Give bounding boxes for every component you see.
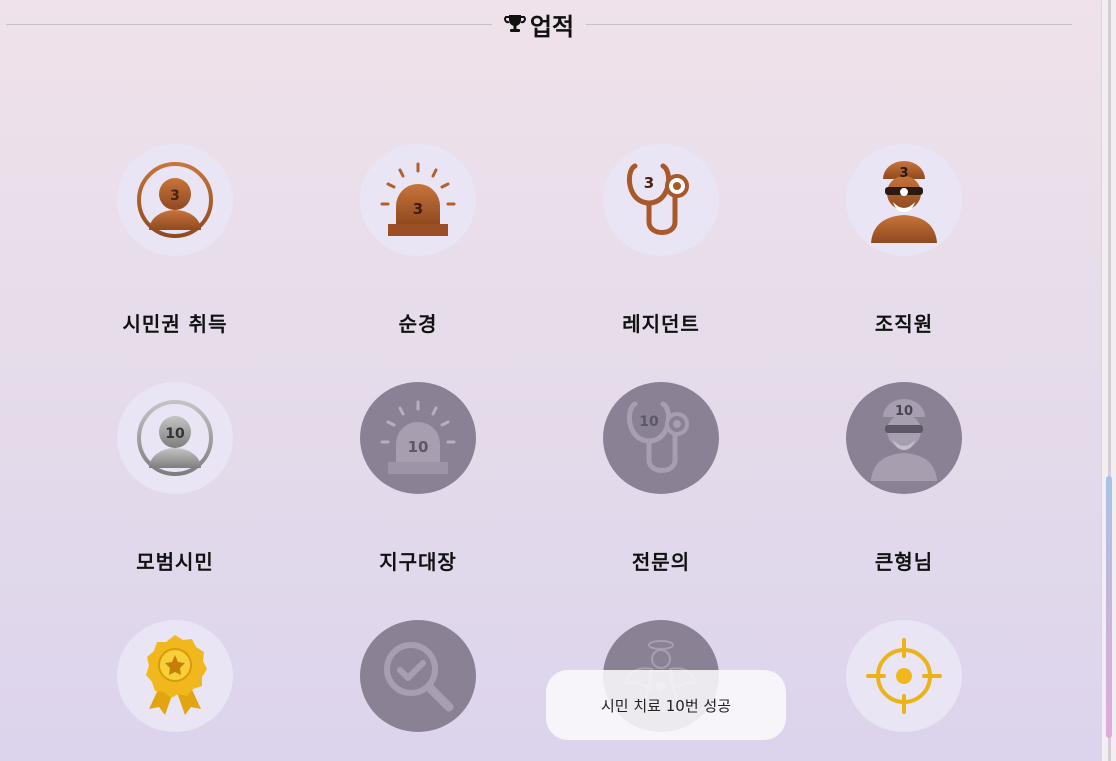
svg-text:3: 3 <box>899 166 908 181</box>
siren-icon: 3 <box>380 162 456 236</box>
achievement-badge[interactable] <box>846 620 962 732</box>
crosshair-icon <box>866 638 942 714</box>
svg-text:3: 3 <box>413 200 423 218</box>
achievement-patrol-officer[interactable]: 3 순경 <box>318 144 518 337</box>
achievement-sniper[interactable] <box>804 620 1004 732</box>
achievement-district-chief[interactable]: 10 지구대장 <box>318 382 518 575</box>
achievement-badge[interactable] <box>117 620 233 732</box>
stethoscope-icon: 10 <box>627 401 689 473</box>
svg-text:3: 3 <box>170 188 180 204</box>
achievement-label: 지구대장 <box>379 550 457 574</box>
achievement-label: 시민권 취득 <box>122 312 228 336</box>
achievement-badge[interactable]: 10 <box>117 382 233 494</box>
award-ribbon-icon <box>146 635 207 715</box>
achievement-badge[interactable]: 10 <box>603 382 719 494</box>
achievement-investigator[interactable] <box>318 620 518 732</box>
achievement-label: 순경 <box>398 312 438 336</box>
vertical-scrollbar[interactable] <box>1101 0 1116 761</box>
achievement-award[interactable] <box>75 620 275 732</box>
stethoscope-icon: 3 <box>627 163 689 235</box>
person-icon: 10 <box>137 400 213 476</box>
achievement-badge[interactable]: 3 <box>846 144 962 256</box>
achievement-label: 조직원 <box>874 312 934 336</box>
gangster-icon: 10 <box>871 399 937 481</box>
achievement-badge[interactable]: 3 <box>603 144 719 256</box>
achievement-label: 모범시민 <box>136 550 214 574</box>
svg-text:10: 10 <box>165 426 185 442</box>
achievement-gang-member[interactable]: 3 조직원 <box>804 144 1004 337</box>
achievement-badge[interactable]: 3 <box>117 144 233 256</box>
achievement-label: 레지던트 <box>622 312 700 336</box>
achievement-resident[interactable]: 3 레지던트 <box>561 144 761 337</box>
toast-message: 시민 치료 10번 성공 <box>601 696 731 715</box>
achievement-badge[interactable]: 3 <box>360 144 476 256</box>
achievement-model-citizen[interactable]: 10 모범시민 <box>75 382 275 575</box>
svg-text:3: 3 <box>644 174 654 192</box>
toast-notification: 시민 치료 10번 성공 <box>546 670 786 740</box>
achievement-badge[interactable]: 10 <box>846 382 962 494</box>
svg-text:10: 10 <box>895 404 913 419</box>
achievement-badge[interactable]: 10 <box>360 382 476 494</box>
achievement-big-boss[interactable]: 10 큰형님 <box>804 382 1004 575</box>
achievement-badge[interactable] <box>360 620 476 732</box>
achievement-specialist[interactable]: 10 전문의 <box>561 382 761 575</box>
person-icon: 3 <box>137 162 213 238</box>
siren-icon: 10 <box>380 400 456 474</box>
svg-text:10: 10 <box>639 414 659 430</box>
scrollbar-thumb[interactable] <box>1106 476 1112 738</box>
achievement-label: 큰형님 <box>874 550 934 574</box>
achievement-citizenship[interactable]: 3 시민권 취득 <box>75 144 275 337</box>
magnifier-check-icon <box>384 642 454 712</box>
svg-text:10: 10 <box>408 438 429 456</box>
gangster-icon: 3 <box>871 161 937 243</box>
achievement-label: 전문의 <box>631 550 691 574</box>
achievement-grid: 3 시민권 취득 3 순경 3 레지던트 3 조직원 10 모범시민 10 지구… <box>0 0 1100 761</box>
